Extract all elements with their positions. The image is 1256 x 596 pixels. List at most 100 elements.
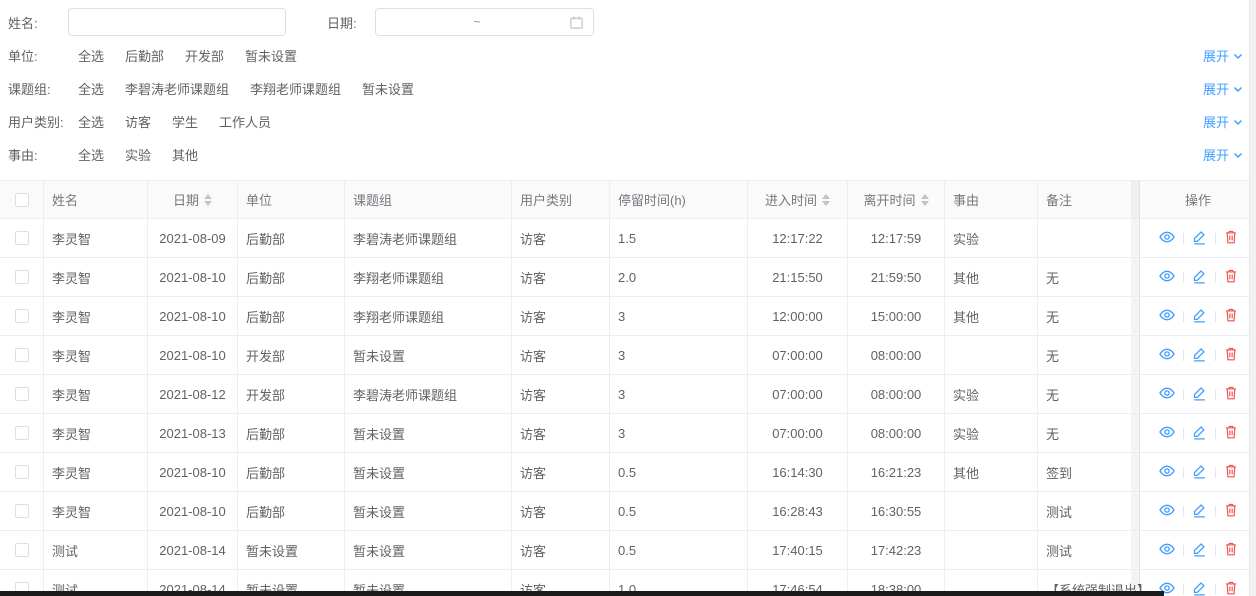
cell-text: 2.0 <box>618 269 637 285</box>
view-button[interactable] <box>1158 541 1175 560</box>
cell-user_type: 访客 <box>512 531 610 569</box>
cell-reason: 其他 <box>945 297 1038 335</box>
row-checkbox[interactable] <box>14 504 29 518</box>
cell-text: 实验 <box>953 387 980 403</box>
row-checkbox[interactable] <box>14 465 29 479</box>
delete-button[interactable] <box>1224 268 1238 287</box>
action-divider <box>1214 427 1216 439</box>
filter-option[interactable]: 后勤部 <box>125 46 164 65</box>
filter-option[interactable]: 工作人员 <box>219 112 271 131</box>
sort-caret[interactable] <box>204 193 212 206</box>
cell-enter_time: 07:00:00 <box>748 375 848 413</box>
expand-toggle[interactable]: 展开 <box>1203 46 1244 65</box>
cell-text: 2021-08-13 <box>159 425 226 441</box>
sort-caret[interactable] <box>920 193 929 206</box>
edit-button[interactable] <box>1192 541 1207 560</box>
view-button[interactable] <box>1158 385 1175 404</box>
edit-button[interactable] <box>1192 229 1207 248</box>
view-button[interactable] <box>1158 502 1175 521</box>
cell-text: 暂未设置 <box>353 348 406 364</box>
expand-toggle[interactable]: 展开 <box>1203 79 1244 98</box>
row-checkbox[interactable] <box>14 387 29 401</box>
edit-button[interactable] <box>1192 268 1207 287</box>
edit-button[interactable] <box>1192 424 1207 443</box>
edit-button[interactable] <box>1192 346 1207 365</box>
delete-button[interactable] <box>1224 346 1238 365</box>
row-checkbox[interactable] <box>14 348 29 362</box>
edit-button[interactable] <box>1192 502 1207 521</box>
filter-option[interactable]: 学生 <box>172 112 198 131</box>
sort-caret[interactable] <box>822 193 830 206</box>
sort-ascending-icon[interactable] <box>920 193 929 199</box>
name-filter-input[interactable] <box>68 8 286 36</box>
cell-unit: 后勤部 <box>238 492 345 530</box>
pencil-icon <box>1192 346 1207 365</box>
cell-actions <box>1131 531 1256 569</box>
filter-option[interactable]: 暂未设置 <box>362 79 414 98</box>
view-button[interactable] <box>1158 463 1175 482</box>
edit-button[interactable] <box>1192 307 1207 326</box>
cell-text: 暂未设置 <box>246 543 299 559</box>
filter-option[interactable]: 开发部 <box>185 46 224 65</box>
view-button[interactable] <box>1158 268 1175 287</box>
delete-button[interactable] <box>1224 307 1238 326</box>
expand-toggle[interactable]: 展开 <box>1203 112 1244 131</box>
horizontal-scrollbar[interactable] <box>0 591 1164 596</box>
cell-text: 2021-08-10 <box>159 464 226 480</box>
filter-option[interactable]: 全选 <box>78 112 104 131</box>
delete-button[interactable] <box>1224 463 1238 482</box>
filter-groups: 单位: 全选 后勤部 开发部 暂未设置 展开 课题组: 全选 李碧涛老师课题组 李翔老师课题组 暂未… <box>0 39 1256 171</box>
eye-icon <box>1158 307 1175 326</box>
filter-option[interactable]: 李翔老师课题组 <box>250 79 341 98</box>
filter-option[interactable]: 实验 <box>125 145 151 164</box>
view-button[interactable] <box>1158 346 1175 365</box>
delete-button[interactable] <box>1224 502 1238 521</box>
filter-option[interactable]: 其他 <box>172 145 198 164</box>
cell-text: 李灵智 <box>52 348 92 364</box>
sort-ascending-icon[interactable] <box>822 193 830 199</box>
cell-enter_time: 12:17:22 <box>748 219 848 257</box>
view-button[interactable] <box>1158 424 1175 443</box>
edit-button[interactable] <box>1192 580 1207 596</box>
cell-date: 2021-08-10 <box>148 336 238 374</box>
delete-button[interactable] <box>1224 580 1238 596</box>
cell-leave_time: 08:00:00 <box>848 414 945 452</box>
row-checkbox[interactable] <box>14 231 29 245</box>
edit-button[interactable] <box>1192 463 1207 482</box>
view-button[interactable] <box>1158 229 1175 248</box>
delete-button[interactable] <box>1224 385 1238 404</box>
sort-descending-icon[interactable] <box>204 200 212 206</box>
cell-leave_time: 21:59:50 <box>848 258 945 296</box>
column-label: 事由 <box>953 193 980 208</box>
cell-enter_time: 07:00:00 <box>748 336 848 374</box>
row-checkbox[interactable] <box>14 426 29 440</box>
vertical-scrollbar-track[interactable] <box>1249 0 1256 596</box>
filter-option[interactable]: 访客 <box>125 112 151 131</box>
filter-option[interactable]: 全选 <box>78 79 104 98</box>
delete-button[interactable] <box>1224 541 1238 560</box>
filter-option[interactable]: 全选 <box>78 145 104 164</box>
cell-reason <box>945 336 1038 374</box>
view-button[interactable] <box>1158 307 1175 326</box>
trash-icon <box>1224 580 1238 596</box>
row-checkbox[interactable] <box>14 543 29 557</box>
select-all-checkbox[interactable] <box>14 192 29 207</box>
column-label: 进入时间 <box>764 193 817 208</box>
sort-descending-icon[interactable] <box>822 200 830 206</box>
filter-option[interactable]: 李碧涛老师课题组 <box>125 79 229 98</box>
eye-icon <box>1158 268 1175 287</box>
column-label: 离开时间 <box>863 193 916 208</box>
row-checkbox[interactable] <box>14 270 29 284</box>
date-range-picker[interactable]: ~ <box>375 8 594 36</box>
filter-option[interactable]: 暂未设置 <box>245 46 297 65</box>
pencil-icon <box>1192 229 1207 248</box>
filter-option[interactable]: 全选 <box>78 46 104 65</box>
sort-ascending-icon[interactable] <box>204 193 212 199</box>
edit-button[interactable] <box>1192 385 1207 404</box>
delete-button[interactable] <box>1224 229 1238 248</box>
cell-text: 访客 <box>520 426 547 442</box>
expand-toggle[interactable]: 展开 <box>1203 145 1244 164</box>
delete-button[interactable] <box>1224 424 1238 443</box>
row-checkbox[interactable] <box>14 309 29 323</box>
sort-descending-icon[interactable] <box>920 200 929 206</box>
